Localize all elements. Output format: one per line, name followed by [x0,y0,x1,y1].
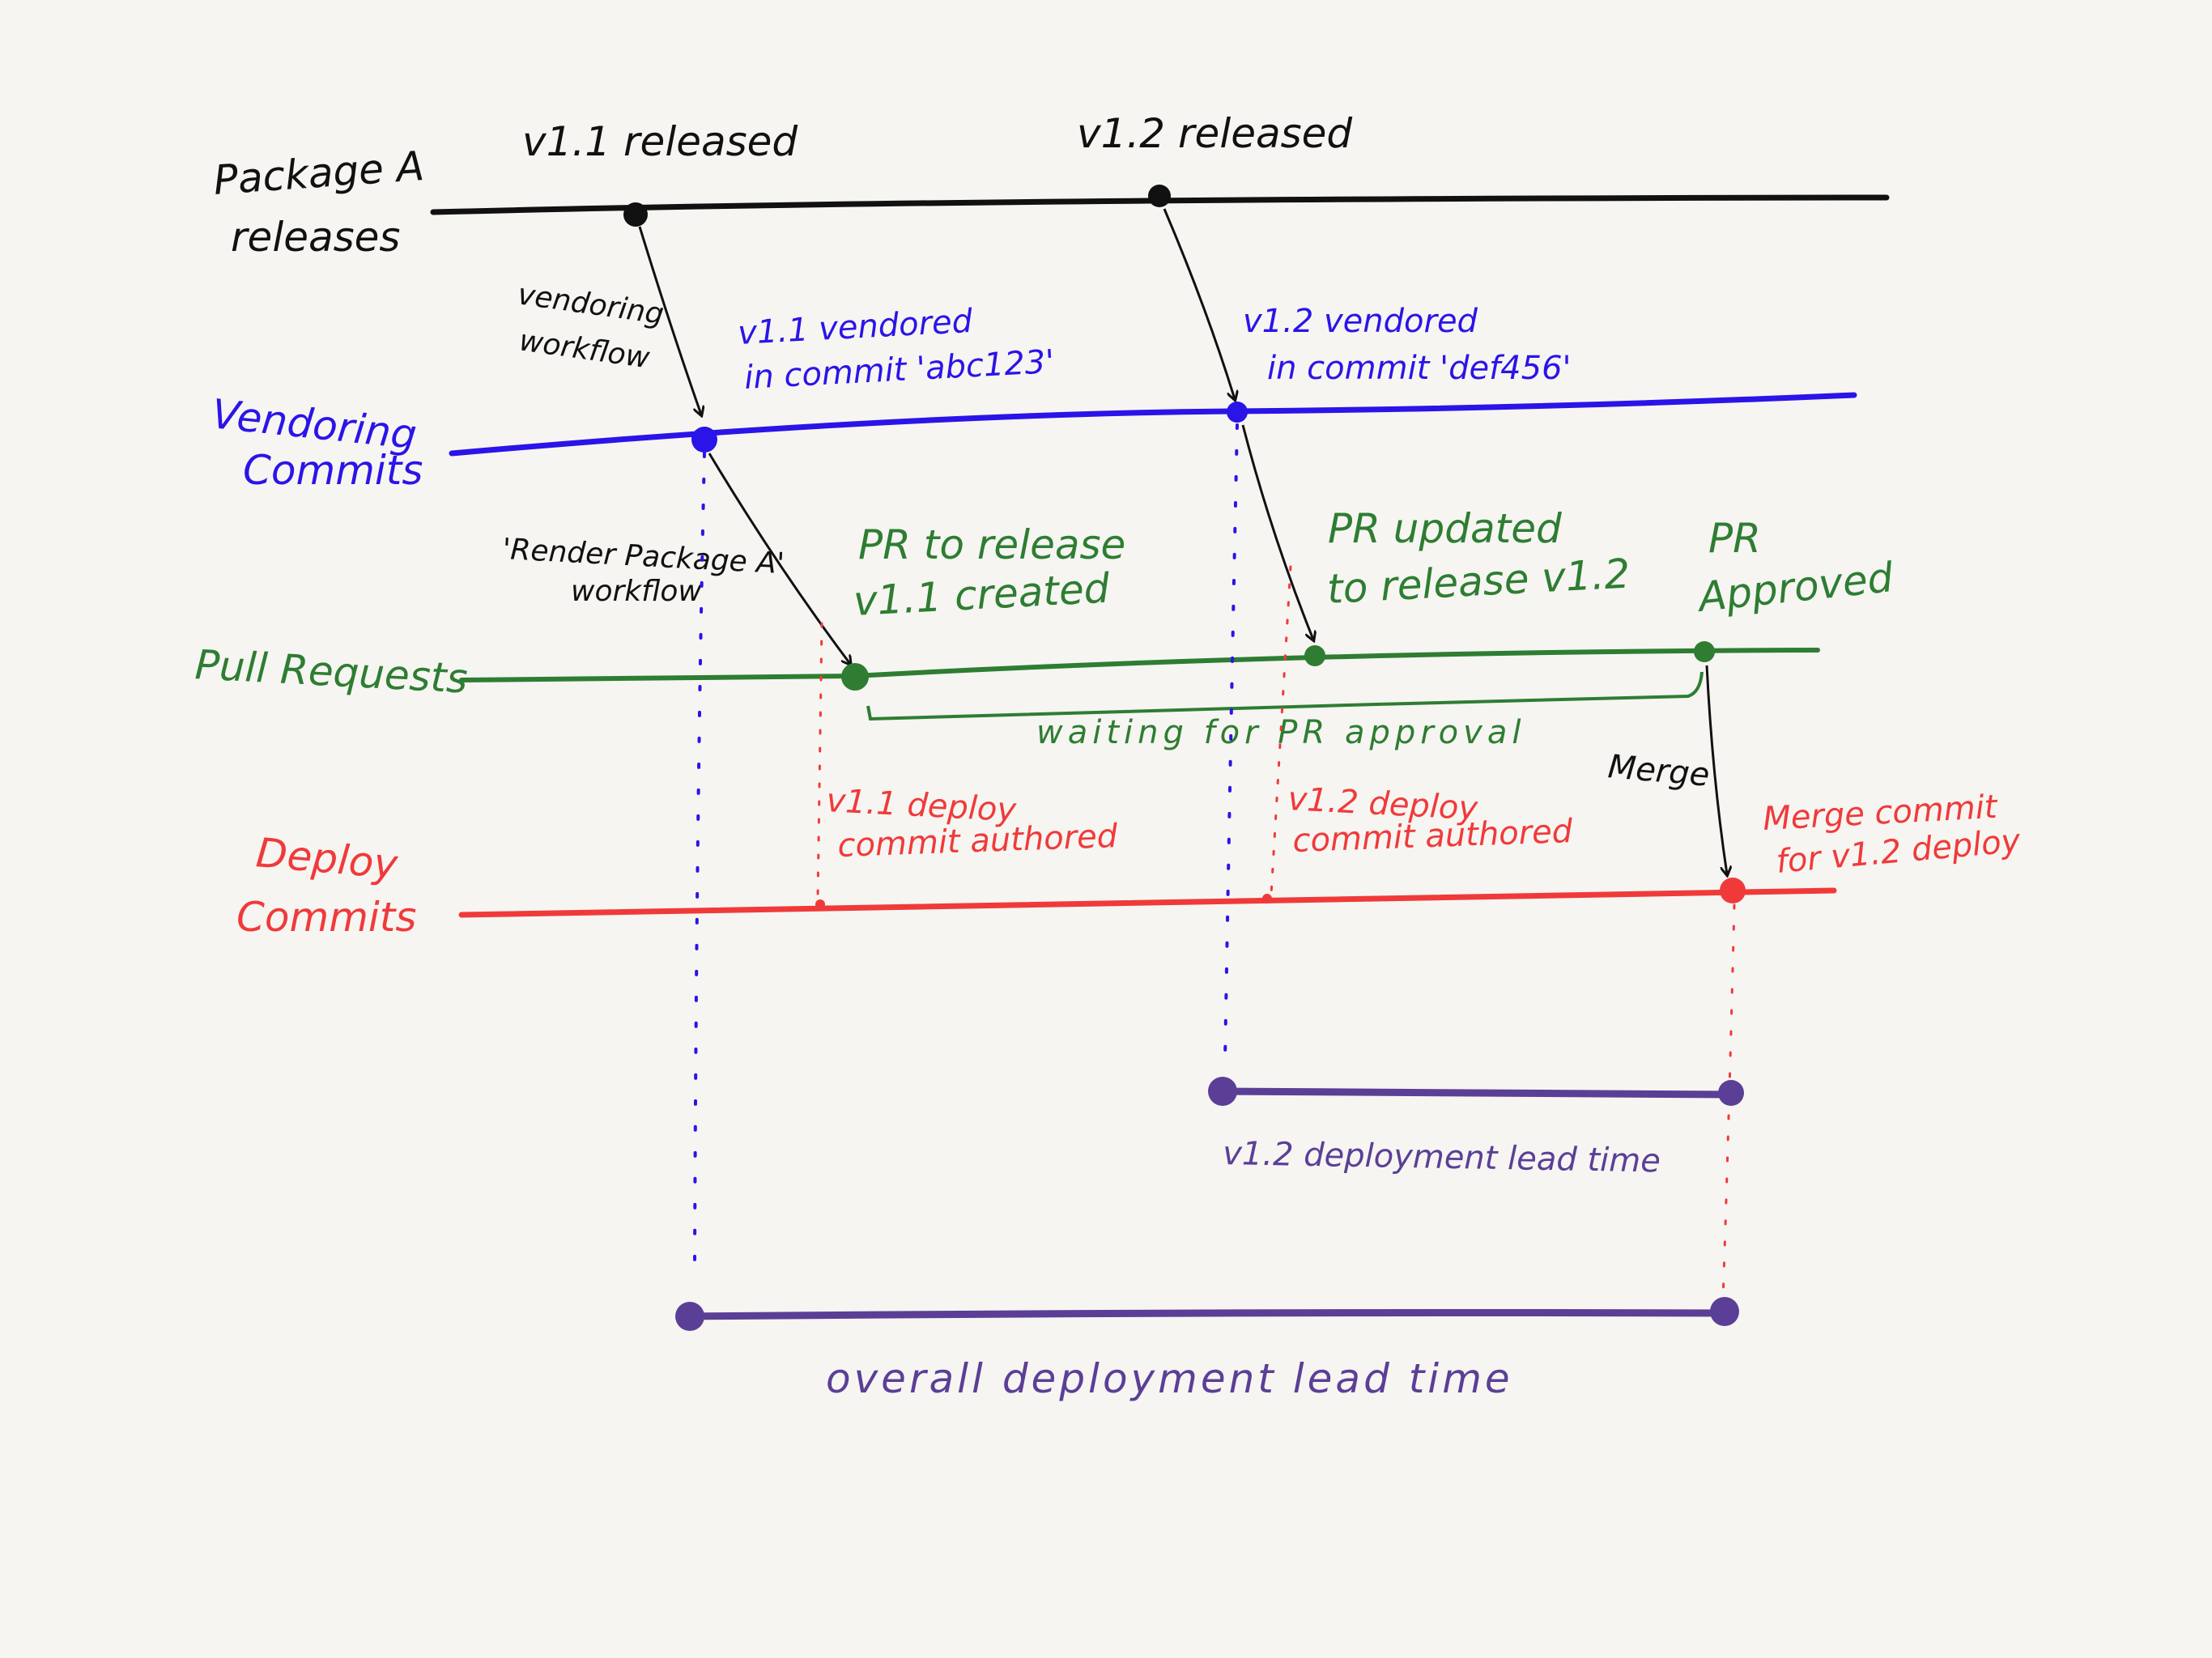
waiting-bracket [866,671,1704,721]
vendoring-workflow-label-line1: vendoring [516,278,666,331]
render-workflow-label-line2: workflow [571,575,702,608]
pr-approved-label-line2: Approved [1694,554,1895,621]
package-lane-label-line2: releases [231,214,400,261]
v11-release-dot [623,202,648,227]
v12-lead-time-label: v1.2 deployment lead time [1223,1135,1661,1180]
v11-released-label: v1.1 released [522,118,798,165]
pr-approved-label-line1: PR [1708,515,1761,562]
vendoring-workflow-arrow-2 [1163,208,1235,399]
overall-lead-time-start-dot [675,1302,704,1331]
merge-commit-dot [1720,878,1746,903]
deploy-lane-label-line2: Commits [236,894,416,941]
v12-vendored-label-line1: v1.2 vendored [1243,303,1478,340]
pr-created-label-line2: v1.1 created [853,564,1111,625]
pr-created-label-line1: PR to release [858,521,1125,568]
v11-vendored-label-line1: v1.1 vendored [737,303,974,352]
v11-vendored-dot [691,427,717,453]
pr-approved-dot [1694,641,1715,662]
pr-created-dot [841,663,869,691]
pr-updated-label-line2: to release v1.2 [1326,550,1631,613]
v12-lead-time-bar [1219,1087,1737,1099]
vendoring-lane-line [449,392,1857,457]
vendoring-lane-label-line2: Commits [243,447,423,494]
overall-lead-time-end-dot [1710,1297,1739,1326]
pull-requests-lane-label: Pull Requests [194,641,468,703]
deploy-lane-line [458,887,1837,918]
pull-requests-lane-line [459,648,1820,682]
v12-vendored-label-line2: in commit 'def456' [1267,350,1572,387]
v11-deploy-dot [815,899,825,909]
v12-release-dot [1148,185,1171,207]
pr-updated-label-line1: PR updated [1328,505,1562,552]
merge-label: Merge [1606,748,1711,794]
v12-released-label: v1.2 released [1077,110,1352,157]
vendoring-workflow-label-line2: workflow [517,324,653,375]
v11-vendored-label-line2: in commit 'abc123' [743,343,1055,397]
deployment-lead-time-diagram: Package A releases Vendoring Commits Pul… [194,110,2023,1402]
v12-lead-time-end-dot [1718,1080,1744,1106]
pr-updated-dot [1304,645,1325,666]
overall-lead-time-bar [686,1309,1730,1320]
render-workflow-label-line1: 'Render Package A' [502,533,785,580]
v11-deploy-label-line2: commit authored [837,818,1119,865]
v11-deploy-guide [816,622,823,900]
v12-lead-time-start-dot [1208,1077,1237,1106]
deploy-lane-label-line1: Deploy [254,829,401,888]
overall-lead-time-label: overall deployment lead time [826,1355,1513,1402]
render-workflow-arrow-2 [1241,424,1313,640]
v12-deploy-dot [1262,894,1272,903]
package-lane-label-line1: Package A [212,142,426,204]
v12-vendored-dot [1227,402,1248,423]
